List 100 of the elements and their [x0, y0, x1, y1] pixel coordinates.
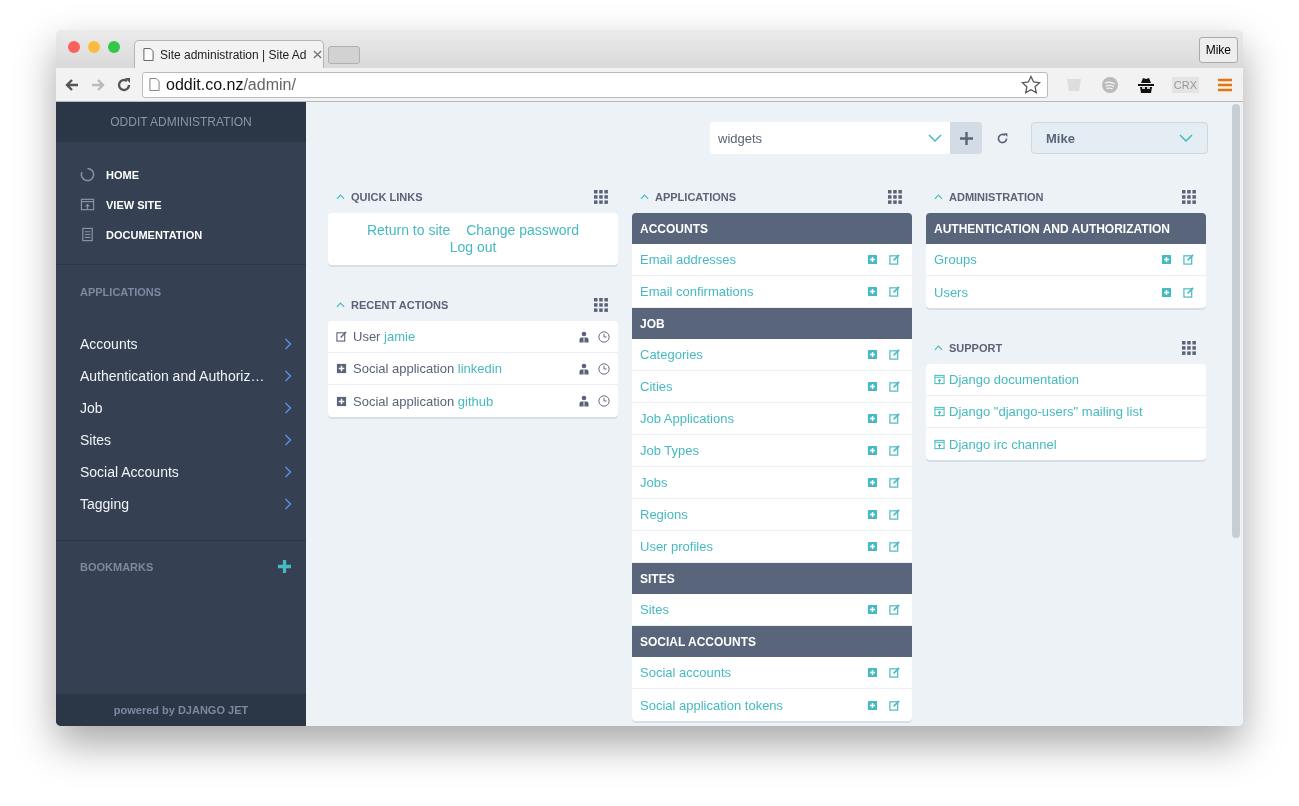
object-link[interactable]: linkedin [457, 361, 502, 376]
add-icon[interactable] [867, 509, 878, 520]
drag-handle-icon[interactable] [594, 298, 608, 312]
close-icon[interactable] [312, 50, 322, 59]
page-icon [149, 78, 160, 91]
widgets-select[interactable]: widgets [710, 122, 950, 154]
support-link[interactable]: Django "django-users" mailing list [949, 404, 1143, 419]
add-icon[interactable] [867, 445, 878, 456]
app-link[interactable]: Sites [80, 424, 292, 456]
user-icon [578, 330, 590, 343]
model-link[interactable]: Job Types [640, 443, 700, 458]
chevron-down-icon [928, 134, 942, 142]
app-group-header: AUTHENTICATION AND AUTHORIZATION [926, 213, 1206, 244]
model-link[interactable]: Social accounts [640, 665, 732, 680]
nav-link[interactable]: HOME [80, 167, 282, 182]
module-title: ADMINISTRATION [949, 191, 1045, 203]
app-link[interactable]: Tagging [80, 488, 292, 520]
model-link[interactable]: Job Applications [640, 411, 734, 426]
edit-icon[interactable] [889, 541, 900, 552]
add-widget-button[interactable] [950, 122, 982, 154]
circle-icon[interactable] [1099, 74, 1120, 95]
quick-link[interactable]: Change password [466, 222, 580, 238]
model-link[interactable]: Cities [640, 379, 673, 394]
add-icon[interactable] [1161, 286, 1172, 298]
model-link[interactable]: User profiles [640, 539, 713, 554]
drag-handle-icon[interactable] [1182, 341, 1196, 355]
model-link[interactable]: Email addresses [640, 252, 737, 267]
edit-icon [336, 331, 347, 342]
add-icon[interactable] [867, 349, 878, 360]
window-arrow-icon [934, 406, 945, 417]
model-link[interactable]: Categories [640, 347, 703, 362]
edit-icon[interactable] [889, 254, 900, 265]
support-link[interactable]: Django documentation [949, 372, 1080, 387]
reload-icon[interactable] [116, 76, 132, 93]
edit-icon[interactable] [889, 381, 900, 392]
star-icon[interactable] [1020, 74, 1041, 95]
support-link[interactable]: Django irc channel [949, 436, 1057, 452]
model-link[interactable]: Social application tokens [640, 697, 784, 713]
address-bar[interactable]: oddit.co.nz/admin/ [142, 71, 1048, 98]
collapse-icon[interactable] [934, 194, 943, 200]
edit-icon[interactable] [889, 477, 900, 488]
add-icon[interactable] [867, 381, 878, 392]
object-link[interactable]: jamie [384, 329, 416, 344]
add-icon[interactable] [867, 254, 878, 265]
add-icon[interactable] [867, 413, 878, 424]
model-link[interactable]: Email confirmations [640, 284, 754, 299]
edit-icon[interactable] [1183, 254, 1194, 265]
edit-icon[interactable] [1183, 286, 1194, 298]
edit-icon[interactable] [889, 699, 900, 711]
app-link[interactable]: Authentication and Authoriz… [80, 360, 292, 392]
object-link[interactable]: github [457, 393, 494, 409]
add-icon[interactable] [867, 699, 878, 711]
chevron-right-icon [284, 498, 292, 510]
add-icon[interactable] [867, 667, 878, 678]
drag-handle-icon[interactable] [888, 190, 902, 204]
add-icon[interactable] [1161, 254, 1172, 265]
zoom-icon[interactable] [108, 41, 120, 53]
add-icon[interactable] [867, 604, 878, 615]
extension-label[interactable]: CRX [1171, 76, 1199, 93]
add-icon[interactable] [867, 286, 878, 297]
add-icon[interactable] [867, 541, 878, 552]
close-icon[interactable] [68, 41, 80, 53]
minimize-icon[interactable] [88, 41, 100, 53]
collapse-icon[interactable] [336, 302, 345, 308]
drag-handle-icon[interactable] [594, 190, 608, 204]
edit-icon[interactable] [889, 604, 900, 615]
browser-tab[interactable]: Site administration | Site Ad [134, 40, 324, 68]
edit-icon[interactable] [889, 413, 900, 424]
edit-icon[interactable] [889, 445, 900, 456]
chevron-right-icon [284, 338, 292, 350]
model-link[interactable]: Regions [640, 507, 688, 522]
clock-icon [598, 362, 610, 375]
model-link[interactable]: Jobs [640, 475, 668, 490]
profile-button[interactable]: Mike [1198, 37, 1238, 63]
add-icon[interactable] [867, 477, 878, 488]
edit-icon[interactable] [889, 509, 900, 520]
quick-link[interactable]: Return to site [366, 222, 451, 238]
app-link[interactable]: Job [80, 392, 292, 424]
collapse-icon[interactable] [336, 194, 345, 200]
app-link[interactable]: Accounts [80, 328, 292, 360]
add-icon[interactable] [277, 559, 292, 574]
collapse-icon[interactable] [640, 194, 649, 200]
edit-icon[interactable] [889, 286, 900, 297]
user-select[interactable]: Mike [1031, 122, 1208, 154]
quick-link[interactable]: Log out [449, 239, 497, 255]
edit-icon[interactable] [889, 667, 900, 678]
drag-handle-icon[interactable] [1182, 190, 1196, 204]
nav-link[interactable]: VIEW SITE [80, 197, 282, 212]
forward-icon[interactable] [90, 76, 106, 93]
app-link[interactable]: Social Accounts [80, 456, 292, 488]
model-link[interactable]: Groups [934, 252, 977, 267]
model-link[interactable]: Users [934, 284, 968, 300]
add-icon [336, 363, 347, 374]
new-tab-button[interactable] [328, 46, 360, 64]
collapse-icon[interactable] [934, 345, 943, 351]
back-icon[interactable] [64, 76, 80, 93]
model-link[interactable]: Sites [640, 602, 669, 617]
reload-icon[interactable] [996, 131, 1009, 145]
nav-link[interactable]: DOCUMENTATION [80, 227, 282, 242]
edit-icon[interactable] [889, 349, 900, 360]
